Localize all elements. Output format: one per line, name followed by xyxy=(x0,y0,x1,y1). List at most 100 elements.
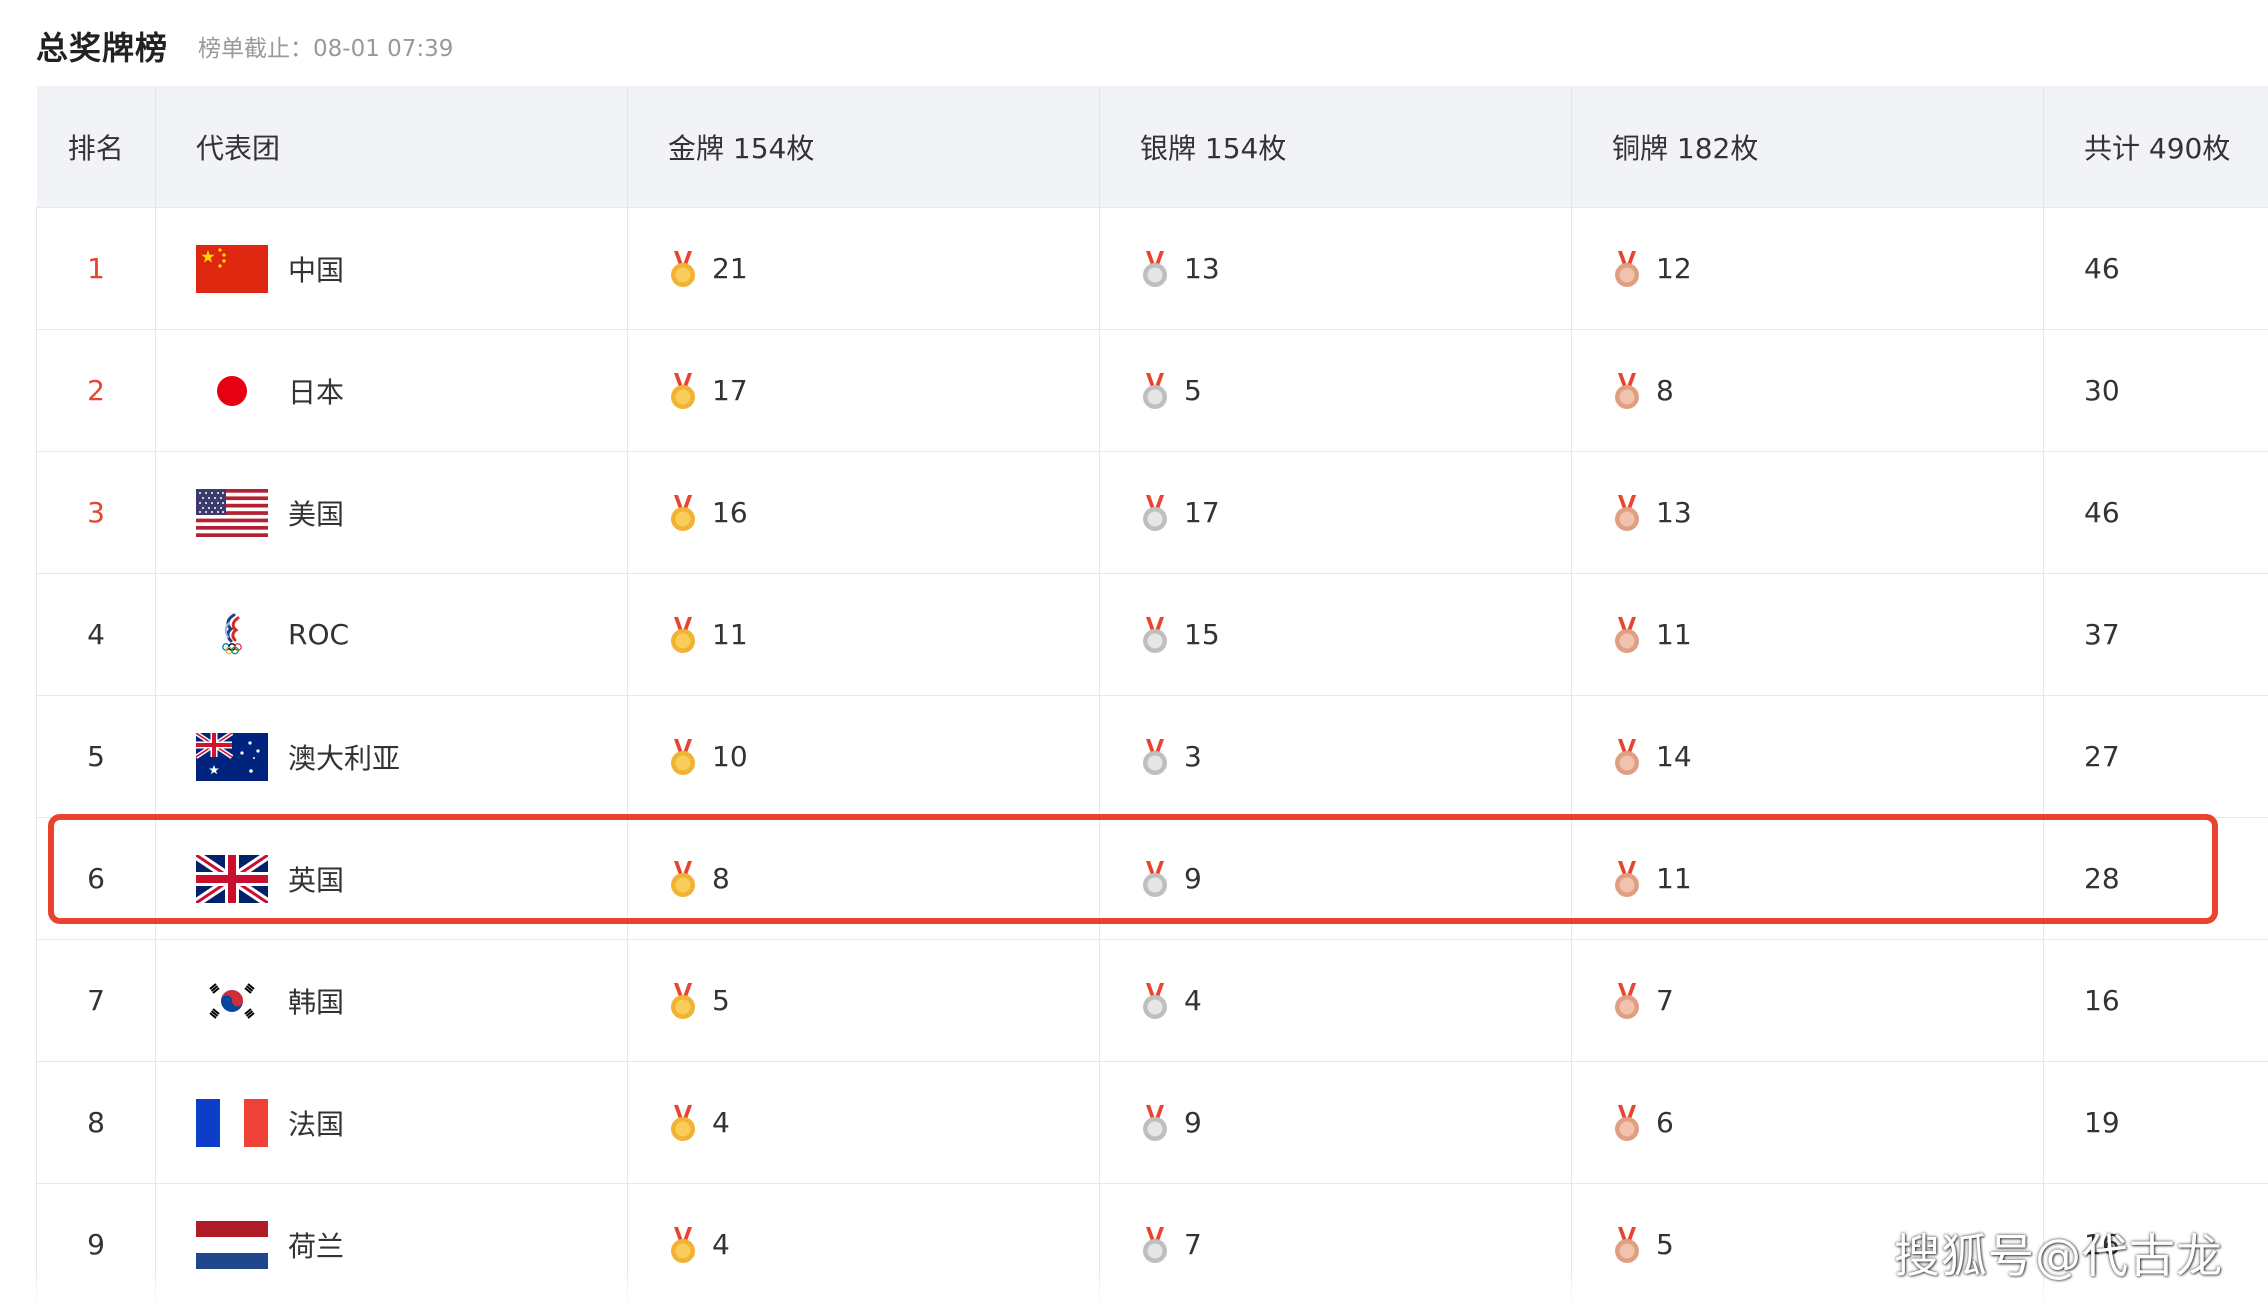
bronze-count: 8 xyxy=(1656,374,1674,407)
bronze-count: 7 xyxy=(1656,984,1674,1017)
total-cell: 46 xyxy=(2044,208,2268,330)
rank-cell: 1 xyxy=(37,208,156,330)
total-cell: 27 xyxy=(2044,696,2268,818)
watermark: 搜狐号@代古龙 xyxy=(1894,1220,2223,1286)
silver-count: 3 xyxy=(1184,740,1202,773)
bronze-cell: 7 xyxy=(1572,940,2044,1062)
total-cell: 16 xyxy=(2044,940,2268,1062)
table-row[interactable]: 8法国49619 xyxy=(37,1062,2268,1184)
rank-cell: 8 xyxy=(37,1062,156,1184)
rank-cell: 9 xyxy=(37,1184,156,1305)
medal-table-container: 排名 代表团 金牌 154枚 银牌 154枚 铜牌 182枚 共计 490枚 1… xyxy=(36,86,2268,1305)
team-name: 中国 xyxy=(288,249,344,289)
team-wrapper: 澳大利亚 xyxy=(196,733,627,781)
gold-cell: 4 xyxy=(628,1062,1100,1184)
netherlands-flag xyxy=(196,1221,268,1269)
silver-medal-wrapper: 15 xyxy=(1140,616,1571,654)
gold-medal-icon xyxy=(668,860,698,898)
column-header-bronze[interactable]: 铜牌 182枚 xyxy=(1572,86,2044,208)
uk-flag xyxy=(196,855,268,903)
team-cell[interactable]: 美国 xyxy=(156,452,628,574)
gold-medal-wrapper: 21 xyxy=(668,250,1099,288)
silver-cell: 9 xyxy=(1100,1062,1572,1184)
bronze-cell: 13 xyxy=(1572,452,2044,574)
bronze-count: 11 xyxy=(1656,862,1692,895)
korea-flag xyxy=(196,977,268,1025)
gold-medal-icon xyxy=(668,616,698,654)
rank-cell: 4 xyxy=(37,574,156,696)
gold-count: 10 xyxy=(712,740,748,773)
silver-medal-wrapper: 7 xyxy=(1140,1226,1571,1264)
medal-table: 排名 代表团 金牌 154枚 银牌 154枚 铜牌 182枚 共计 490枚 1… xyxy=(36,86,2268,1305)
silver-medal-wrapper: 17 xyxy=(1140,494,1571,532)
column-header-gold[interactable]: 金牌 154枚 xyxy=(628,86,1100,208)
bronze-count: 12 xyxy=(1656,252,1692,285)
team-cell[interactable]: 法国 xyxy=(156,1062,628,1184)
table-row[interactable]: 5澳大利亚1031427 xyxy=(37,696,2268,818)
team-cell[interactable]: 荷兰 xyxy=(156,1184,628,1305)
france-flag xyxy=(196,1099,268,1147)
silver-medal-icon xyxy=(1140,738,1170,776)
gold-cell: 10 xyxy=(628,696,1100,818)
bronze-cell: 6 xyxy=(1572,1062,2044,1184)
gold-medal-icon xyxy=(668,1104,698,1142)
australia-flag xyxy=(196,733,268,781)
bronze-medal-icon xyxy=(1612,1104,1642,1142)
gold-count: 21 xyxy=(712,252,748,285)
table-row[interactable]: 3美国16171346 xyxy=(37,452,2268,574)
team-cell[interactable]: 韩国 xyxy=(156,940,628,1062)
column-header-total[interactable]: 共计 490枚 xyxy=(2044,86,2268,208)
japan-flag xyxy=(196,367,268,415)
bronze-medal-icon xyxy=(1612,860,1642,898)
table-row[interactable]: 4ROC11151137 xyxy=(37,574,2268,696)
silver-cell: 7 xyxy=(1100,1184,1572,1305)
gold-medal-wrapper: 17 xyxy=(668,372,1099,410)
silver-medal-wrapper: 5 xyxy=(1140,372,1571,410)
gold-cell: 16 xyxy=(628,452,1100,574)
gold-cell: 21 xyxy=(628,208,1100,330)
silver-count: 9 xyxy=(1184,1106,1202,1139)
bronze-medal-icon xyxy=(1612,616,1642,654)
gold-count: 8 xyxy=(712,862,730,895)
silver-count: 17 xyxy=(1184,496,1220,529)
silver-medal-icon xyxy=(1140,1104,1170,1142)
bronze-medal-wrapper: 7 xyxy=(1612,982,2043,1020)
silver-cell: 9 xyxy=(1100,818,1572,940)
team-name: ROC xyxy=(288,618,349,651)
bronze-count: 11 xyxy=(1656,618,1692,651)
table-row[interactable]: 2 日本 17 5 8 30 xyxy=(37,330,2268,452)
rank-cell: 6 xyxy=(37,818,156,940)
gold-medal-wrapper: 4 xyxy=(668,1226,1099,1264)
bronze-medal-wrapper: 11 xyxy=(1612,616,2043,654)
bronze-medal-icon xyxy=(1612,372,1642,410)
team-name: 日本 xyxy=(288,371,344,411)
bronze-count: 5 xyxy=(1656,1228,1674,1261)
team-wrapper: 英国 xyxy=(196,855,627,903)
total-cell: 30 xyxy=(2044,330,2268,452)
bronze-cell: 14 xyxy=(1572,696,2044,818)
column-header-team[interactable]: 代表团 xyxy=(156,86,628,208)
team-name: 韩国 xyxy=(288,981,344,1021)
team-name: 澳大利亚 xyxy=(288,737,400,777)
gold-medal-icon xyxy=(668,494,698,532)
silver-cell: 4 xyxy=(1100,940,1572,1062)
table-row[interactable]: 7韩国54716 xyxy=(37,940,2268,1062)
silver-medal-wrapper: 13 xyxy=(1140,250,1571,288)
bronze-medal-icon xyxy=(1612,738,1642,776)
silver-medal-icon xyxy=(1140,250,1170,288)
gold-medal-wrapper: 11 xyxy=(668,616,1099,654)
team-cell[interactable]: 澳大利亚 xyxy=(156,696,628,818)
silver-count: 13 xyxy=(1184,252,1220,285)
china-flag xyxy=(196,245,268,293)
column-header-silver[interactable]: 银牌 154枚 xyxy=(1100,86,1572,208)
silver-count: 9 xyxy=(1184,862,1202,895)
team-cell[interactable]: ROC xyxy=(156,574,628,696)
team-cell[interactable]: 日本 xyxy=(156,330,628,452)
gold-medal-wrapper: 8 xyxy=(668,860,1099,898)
table-row[interactable]: 6英国891128 xyxy=(37,818,2268,940)
table-row[interactable]: 1 中国 21 13 12 46 xyxy=(37,208,2268,330)
column-header-rank[interactable]: 排名 xyxy=(37,86,156,208)
team-cell[interactable]: 英国 xyxy=(156,818,628,940)
team-cell[interactable]: 中国 xyxy=(156,208,628,330)
rank-cell: 2 xyxy=(37,330,156,452)
